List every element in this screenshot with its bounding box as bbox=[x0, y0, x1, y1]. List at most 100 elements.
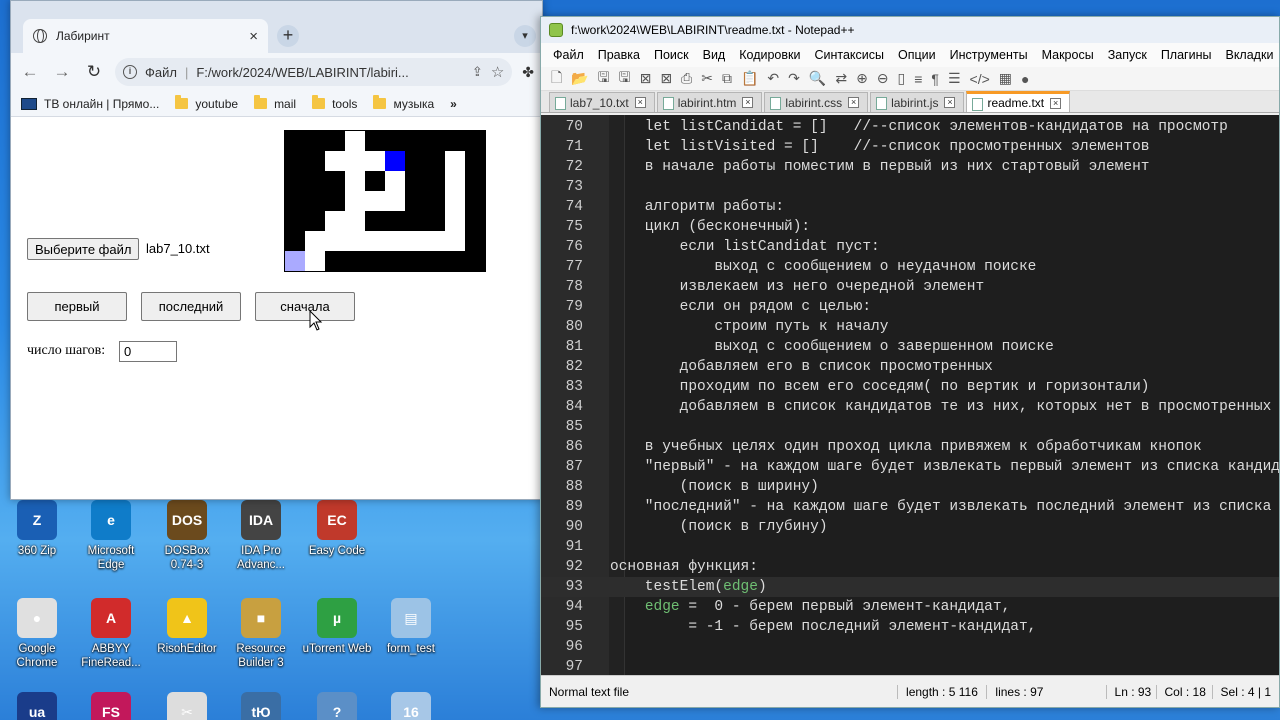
code-line[interactable]: 89 "последний" - на каждом шаге будет из… bbox=[541, 497, 1279, 517]
choose-file-button[interactable]: Выберите файл bbox=[27, 238, 140, 260]
record-macro-icon[interactable]: ● bbox=[1021, 71, 1029, 87]
cut-icon[interactable]: ✂ bbox=[701, 70, 713, 87]
code-line[interactable]: 80 строим путь к началу bbox=[541, 317, 1279, 337]
share-icon[interactable]: ⇪ bbox=[472, 64, 483, 80]
bookmark-item[interactable]: tools bbox=[312, 95, 357, 111]
desktop-shortcut[interactable]: 16 bbox=[376, 692, 446, 720]
desktop-shortcut[interactable]: ? bbox=[302, 692, 372, 720]
desktop-shortcut[interactable]: A ABBYY FineRead... bbox=[76, 598, 146, 670]
code-line[interactable]: 81 выход с сообщением о завершенном поис… bbox=[541, 337, 1279, 357]
open-file-icon[interactable]: 📂 bbox=[571, 70, 588, 87]
doc-map-icon[interactable]: ▦ bbox=[999, 70, 1012, 87]
close-tab-icon[interactable]: × bbox=[742, 97, 754, 108]
save-icon[interactable]: 🖫 bbox=[598, 67, 610, 90]
code-line[interactable]: 92 основная функция: bbox=[541, 557, 1279, 577]
code-line[interactable]: 97 bbox=[541, 657, 1279, 677]
code-line[interactable]: 77 выход с сообщением о неудачном поиске bbox=[541, 257, 1279, 277]
save-all-icon[interactable]: 🖫 bbox=[619, 67, 631, 90]
menu-item[interactable]: Файл bbox=[553, 48, 584, 62]
address-url[interactable]: F:/work/2024/WEB/LABIRINT/labiri... bbox=[196, 65, 464, 80]
tab-search-icon[interactable]: ▾ bbox=[514, 25, 536, 47]
desktop-shortcut[interactable]: tЮ bbox=[226, 692, 296, 720]
steps-count-field[interactable] bbox=[119, 341, 177, 362]
wrap-icon[interactable]: ≡ bbox=[914, 71, 922, 87]
menu-item[interactable]: Вид bbox=[703, 48, 726, 62]
desktop-shortcut[interactable]: IDA IDA Pro Advanc... bbox=[226, 500, 296, 572]
bookmark-item[interactable]: youtube bbox=[175, 95, 238, 111]
code-line[interactable]: 74 алгоритм работы: bbox=[541, 197, 1279, 217]
print-icon[interactable]: ⎙ bbox=[681, 70, 692, 87]
desktop-shortcut[interactable]: ● Google Chrome bbox=[2, 598, 72, 670]
close-tab-icon[interactable]: × bbox=[1050, 97, 1062, 109]
code-line[interactable]: 83 проходим по всем его соседям( по верт… bbox=[541, 377, 1279, 397]
menu-item[interactable]: Опции bbox=[898, 48, 936, 62]
menu-item[interactable]: Вкладки bbox=[1225, 48, 1273, 62]
reset-button[interactable]: сначала bbox=[255, 292, 355, 321]
forward-icon[interactable]: → bbox=[51, 62, 73, 82]
replace-icon[interactable]: ⇄ bbox=[835, 70, 847, 87]
code-line[interactable]: 95 = -1 - берем последний элемент-кандид… bbox=[541, 617, 1279, 637]
code-line[interactable]: 91 bbox=[541, 537, 1279, 557]
last-button[interactable]: последний bbox=[141, 292, 241, 321]
menu-item[interactable]: Кодировки bbox=[739, 48, 800, 62]
address-bar[interactable]: i Файл | F:/work/2024/WEB/LABIRINT/labir… bbox=[115, 58, 513, 86]
code-line[interactable]: 78 извлекаем из него очередной элемент bbox=[541, 277, 1279, 297]
desktop-shortcut[interactable]: ■ Resource Builder 3 bbox=[226, 598, 296, 670]
menu-item[interactable]: Правка bbox=[598, 48, 640, 62]
desktop-shortcut[interactable]: ✂ bbox=[152, 692, 222, 720]
indent-guide-icon[interactable]: ☰ bbox=[948, 70, 961, 87]
first-button[interactable]: первый bbox=[27, 292, 127, 321]
desktop-shortcut[interactable]: ▲ RisohEditor bbox=[152, 598, 222, 656]
close-all-icon[interactable]: ⊠ bbox=[660, 70, 672, 87]
code-line[interactable]: 85 bbox=[541, 417, 1279, 437]
close-tab-icon[interactable]: × bbox=[944, 97, 956, 108]
code-line[interactable]: 94 edge = 0 - берем первый элемент-канди… bbox=[541, 597, 1279, 617]
code-editor[interactable]: 70 let listCandidat = [] //--список элем… bbox=[541, 115, 1279, 677]
back-icon[interactable]: ← bbox=[19, 62, 41, 82]
desktop-shortcut[interactable]: DOS DOSBox 0.74-3 bbox=[152, 500, 222, 572]
desktop-shortcut[interactable]: EC Easy Code bbox=[302, 500, 372, 558]
menu-item[interactable]: Поиск bbox=[654, 48, 689, 62]
desktop-shortcut[interactable]: µ uTorrent Web bbox=[302, 598, 372, 656]
close-tab-icon[interactable]: × bbox=[634, 97, 646, 108]
zoom-in-icon[interactable]: ⊕ bbox=[856, 70, 868, 87]
file-tab[interactable]: labirint.js × bbox=[870, 92, 965, 112]
file-tab[interactable]: labirint.htm × bbox=[656, 92, 763, 112]
code-line[interactable]: 96 bbox=[541, 637, 1279, 657]
code-line[interactable]: 87 "первый" - на каждом шаге будет извле… bbox=[541, 457, 1279, 477]
file-tab[interactable]: lab7_10.txt × bbox=[549, 92, 655, 112]
code-line[interactable]: 86 в учебных целях один проход цикла при… bbox=[541, 437, 1279, 457]
find-icon[interactable]: 🔍 bbox=[809, 70, 826, 87]
code-line[interactable]: 71 let listVisited = [] //--список просм… bbox=[541, 137, 1279, 157]
maze-canvas[interactable] bbox=[284, 130, 486, 272]
code-line[interactable]: 73 bbox=[541, 177, 1279, 197]
bookmark-star-icon[interactable]: ☆ bbox=[491, 63, 504, 81]
sync-scroll-icon[interactable]: ▯ bbox=[898, 70, 906, 87]
desktop-shortcut[interactable]: Z 360 Zip bbox=[2, 500, 72, 558]
code-line[interactable]: 82 добавляем его в список просмотренных bbox=[541, 357, 1279, 377]
bookmarks-overflow-button[interactable]: » bbox=[450, 97, 457, 111]
new-file-icon[interactable]: 🗋 bbox=[551, 67, 562, 90]
bookmark-item[interactable]: ТВ онлайн | Прямо... bbox=[21, 97, 159, 111]
file-tab[interactable]: labirint.css × bbox=[764, 92, 869, 112]
code-line[interactable]: 88 (поиск в ширину) bbox=[541, 477, 1279, 497]
menu-item[interactable]: Запуск bbox=[1108, 48, 1147, 62]
menu-item[interactable]: Инструменты bbox=[950, 48, 1028, 62]
code-line[interactable]: 84 добавляем в список кандидатов те из н… bbox=[541, 397, 1279, 417]
undo-icon[interactable]: ↶ bbox=[767, 70, 779, 87]
file-tab[interactable]: readme.txt × bbox=[966, 91, 1071, 112]
show-all-chars-icon[interactable]: ¶ bbox=[931, 71, 939, 87]
desktop-shortcut[interactable]: ▤ form_test bbox=[376, 598, 446, 656]
browser-tab[interactable]: Лабиринт × bbox=[23, 19, 268, 53]
code-line[interactable]: 75 цикл (бесконечный): bbox=[541, 217, 1279, 237]
new-tab-button[interactable]: + bbox=[277, 25, 299, 47]
info-icon[interactable]: i bbox=[123, 65, 137, 79]
lang-icon[interactable]: </> bbox=[970, 71, 990, 87]
zoom-out-icon[interactable]: ⊖ bbox=[877, 70, 889, 87]
menu-item[interactable]: Плагины bbox=[1161, 48, 1212, 62]
desktop-shortcut[interactable]: e Microsoft Edge bbox=[76, 500, 146, 572]
extensions-icon[interactable]: ✤ bbox=[522, 64, 534, 81]
code-line[interactable]: 72 в начале работы поместим в первый из … bbox=[541, 157, 1279, 177]
close-icon[interactable]: × bbox=[249, 28, 258, 45]
code-line[interactable]: 70 let listCandidat = [] //--список элем… bbox=[541, 117, 1279, 137]
